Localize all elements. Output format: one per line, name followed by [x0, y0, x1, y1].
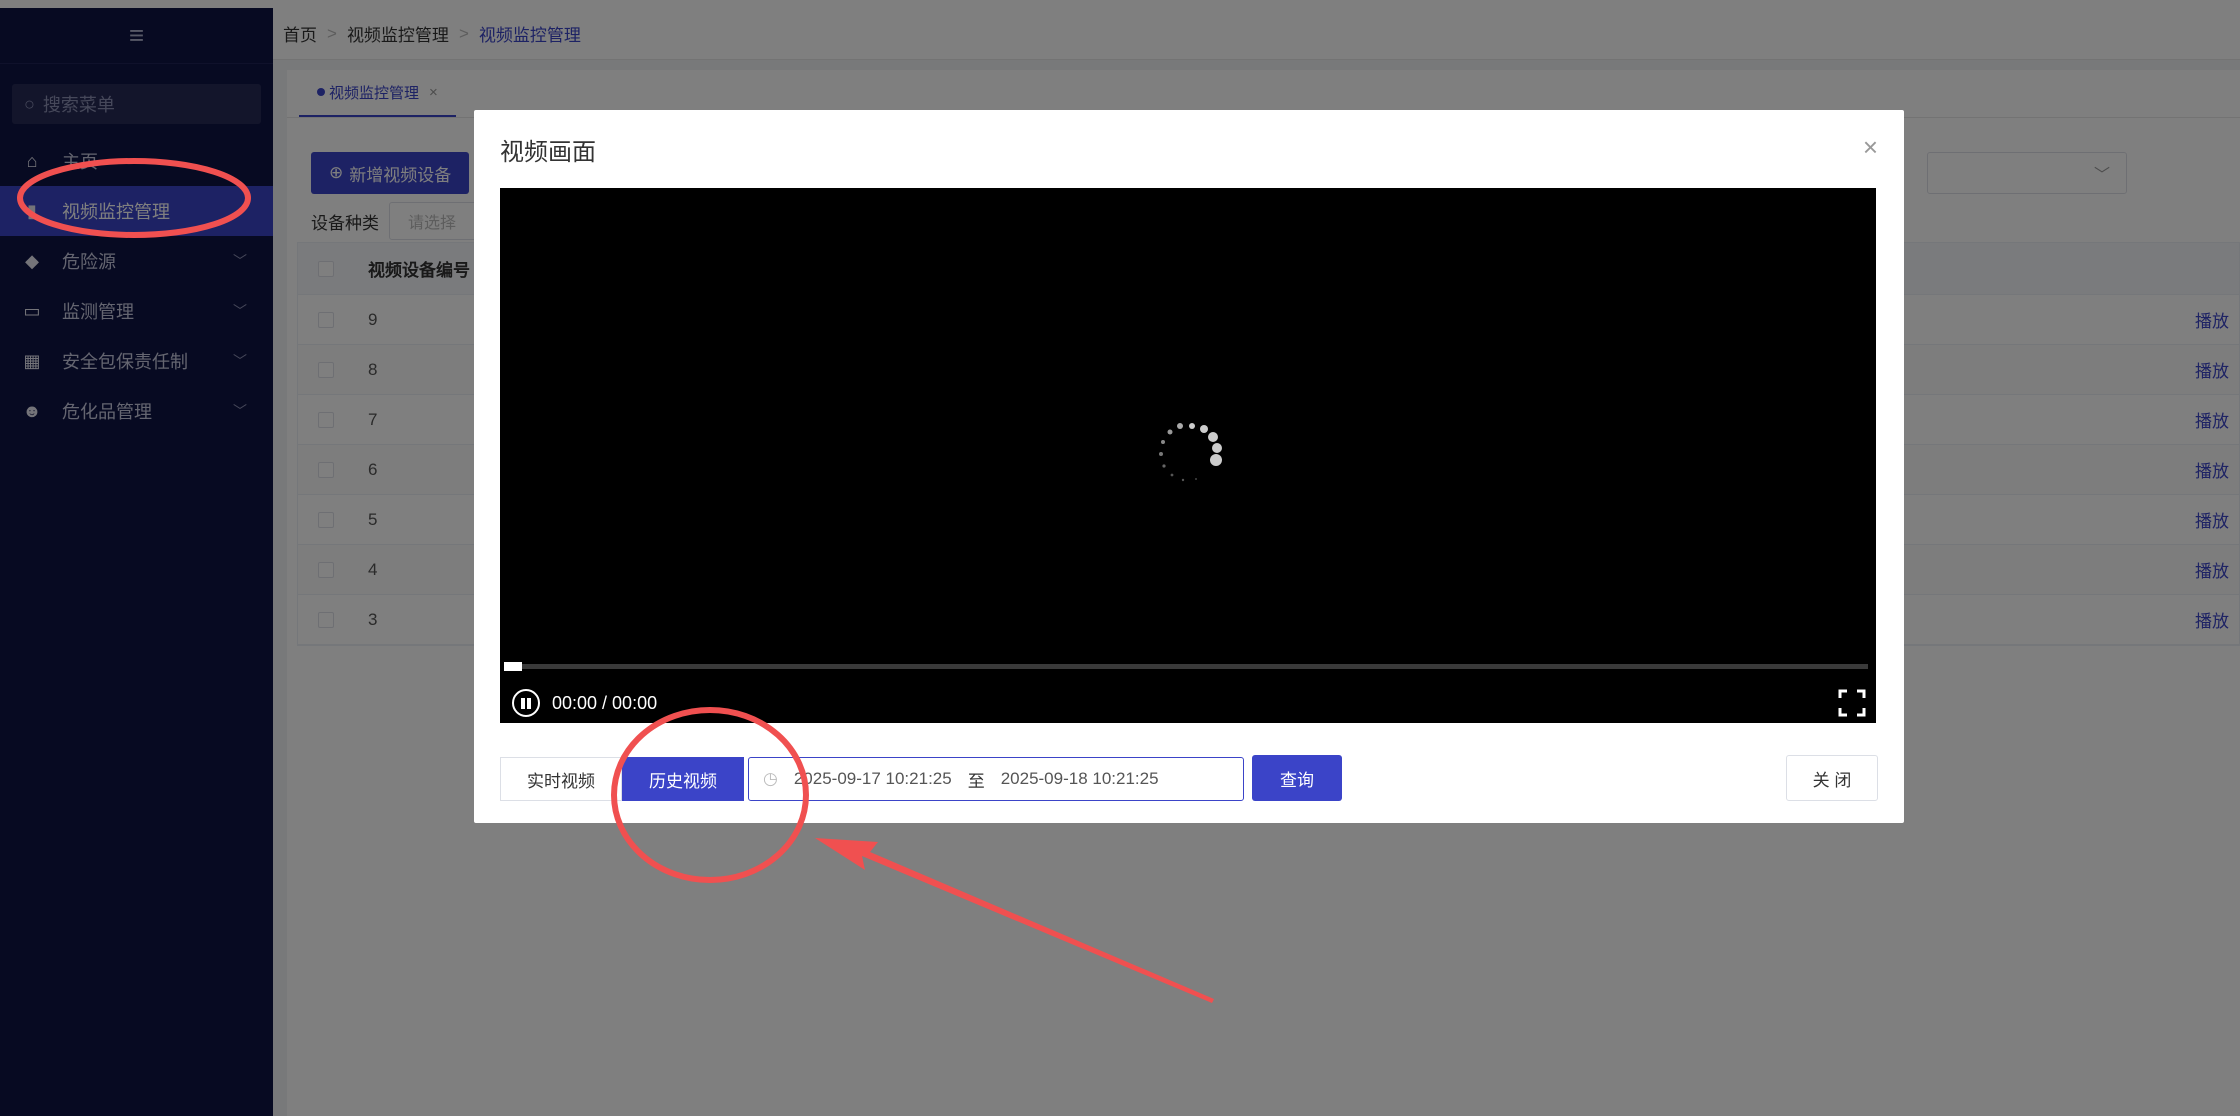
video-dialog: 视频画面 × 00:00 / 00:00 实时视频 历史视频 ◷ 2025-09…	[474, 110, 1904, 823]
close-button[interactable]: 关 闭	[1786, 755, 1878, 801]
close-icon[interactable]: ×	[1863, 132, 1878, 163]
clock-icon: ◷	[763, 769, 778, 788]
time-display: 00:00 / 00:00	[552, 692, 658, 713]
range-separator: 至	[967, 771, 985, 791]
video-mode-switch: 实时视频 历史视频	[500, 757, 744, 801]
video-progress-bar[interactable]	[504, 662, 1868, 671]
range-start[interactable]: 2025-09-17 10:21:25	[794, 769, 952, 789]
dialog-title: 视频画面	[500, 139, 596, 166]
realtime-video-button[interactable]: 实时视频	[500, 757, 622, 801]
query-button[interactable]: 查询	[1252, 755, 1342, 801]
loading-spinner-icon	[1159, 423, 1222, 482]
fullscreen-icon[interactable]	[1838, 689, 1866, 717]
video-player[interactable]: 00:00 / 00:00	[500, 188, 1876, 723]
dialog-footer: 实时视频 历史视频 ◷ 2025-09-17 10:21:25 至 2025-0…	[500, 755, 1878, 801]
video-controls: 00:00 / 00:00	[512, 689, 657, 717]
progress-handle[interactable]	[504, 662, 522, 671]
range-end[interactable]: 2025-09-18 10:21:25	[1001, 769, 1159, 789]
pause-icon[interactable]	[512, 689, 540, 717]
history-video-button[interactable]: 历史视频	[622, 757, 744, 801]
date-range-picker[interactable]: ◷ 2025-09-17 10:21:25 至 2025-09-18 10:21…	[748, 757, 1244, 801]
